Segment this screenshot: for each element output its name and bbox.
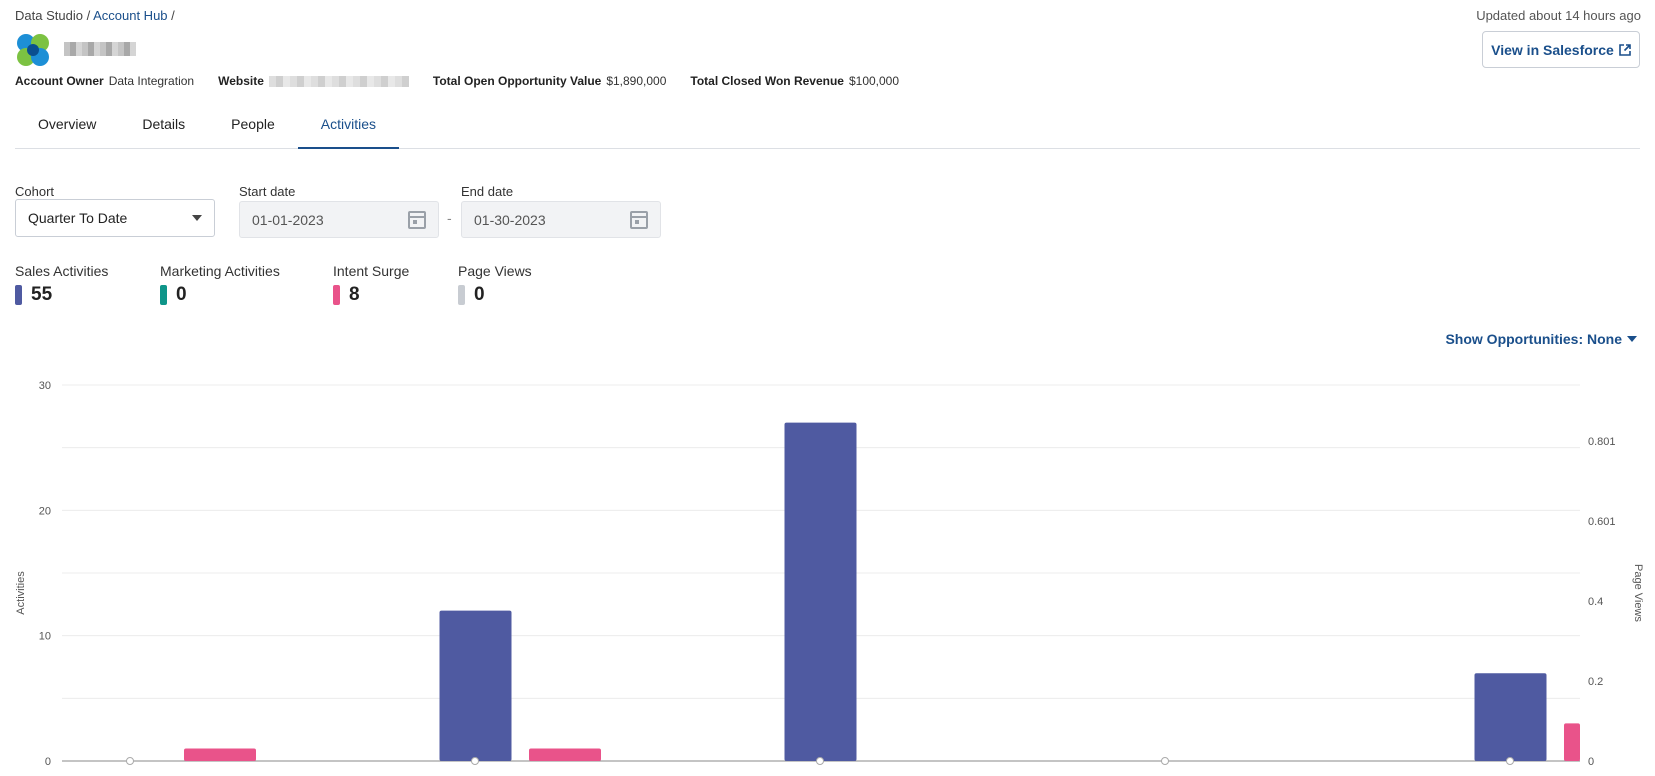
bar-sales-activities [1474,673,1547,761]
account-owner-value: Data Integration [108,74,195,88]
cohort-value: Quarter To Date [28,210,128,226]
bar-intent-surge [184,748,256,761]
stat-label: Intent Surge [333,263,410,279]
tab-activities[interactable]: Activities [297,104,400,149]
stat-value: 0 [474,284,485,305]
start-date-value: 01-01-2023 [252,211,324,228]
closed-won-revenue: Total Closed Won Revenue $100,000 [690,74,899,88]
external-link-icon [1619,43,1631,56]
view-in-salesforce-label: View in Salesforce [1491,41,1614,58]
stat-value: 8 [349,284,360,305]
bar-intent-surge [1564,723,1580,761]
stat-marketing-activities: Marketing Activities 0 [160,263,280,306]
stat-value: 0 [176,284,187,305]
cohort-select[interactable]: Quarter To Date [15,199,215,237]
account-meta: Account Owner Data Integration Website T… [15,74,923,88]
y-tick-label: 10 [39,631,51,643]
breadcrumb-account-hub[interactable]: Account Hub [93,8,167,23]
breadcrumb-root[interactable]: Data Studio [15,8,83,23]
breadcrumb-separator: / [86,8,91,23]
y-tick-label: 30 [39,380,51,392]
tab-overview[interactable]: Overview [15,104,119,148]
tab-people[interactable]: People [208,104,298,148]
stat-intent-surge: Intent Surge 8 [333,263,409,306]
point-page-views [816,757,824,765]
open-opportunity-label: Total Open Opportunity Value [432,74,602,88]
show-opportunities-label: Show Opportunities: None [1445,331,1622,347]
account-owner-label: Account Owner [15,74,104,88]
website-label: Website [218,74,264,88]
closed-won-amount: $100,000 [848,74,900,88]
stat-value: 55 [31,284,53,305]
breadcrumb: Data Studio / Account Hub / [15,8,175,23]
legend-swatch [15,285,22,305]
y2-tick-label: 0.2 [1588,676,1603,688]
tab-details[interactable]: Details [119,104,208,148]
open-opportunity-value: Total Open Opportunity Value $1,890,000 [433,74,667,88]
chevron-down-icon [192,215,202,221]
legend-swatch [333,285,340,305]
stat-label: Page Views [458,263,532,279]
closed-won-label: Total Closed Won Revenue [690,74,844,88]
bar-sales-activities [784,422,857,761]
show-opportunities-dropdown[interactable]: Show Opportunities: None [1445,331,1637,347]
legend-swatch [458,285,465,305]
chevron-down-icon [1627,336,1637,342]
y2-tick-label: 0.601 [1588,516,1616,528]
cohort-label: Cohort [15,184,55,199]
stat-label: Sales Activities [15,263,109,279]
point-page-views [471,757,479,765]
calendar-icon[interactable] [630,210,648,229]
account-owner: Account Owner Data Integration [15,74,194,88]
y2-tick-label: 0 [1588,756,1594,768]
stat-label: Marketing Activities [160,263,280,279]
y2-axis-title: Page Views [1632,564,1644,622]
point-page-views [1161,757,1169,765]
website: Website [218,74,409,88]
point-page-views [1506,757,1514,765]
account-logo-icon [17,34,49,66]
y-axis-title: Activities [15,571,27,615]
date-range-separator: - [447,210,452,226]
end-date-value: 01-30-2023 [474,211,546,228]
y-tick-label: 0 [45,756,51,768]
bar-intent-surge [529,748,601,761]
y2-tick-label: 0.801 [1588,436,1616,448]
start-date-label: Start date [239,184,296,199]
breadcrumb-separator: / [171,8,175,23]
activities-chart: 0 10 20 30 0 0.2 0.4 0.601 0.801 Activities Page V… [15,380,1644,768]
account-name-redacted [64,42,136,56]
stat-page-views: Page Views 0 [458,263,532,306]
y-tick-label: 20 [39,505,51,517]
start-date-input[interactable]: 01-01-2023 [239,201,439,238]
view-in-salesforce-button[interactable]: View in Salesforce [1482,31,1640,68]
end-date-label: End date [461,184,514,199]
legend-swatch [160,285,167,305]
updated-timestamp: Updated about 14 hours ago [1476,8,1641,23]
open-opportunity-amount: $1,890,000 [606,74,667,88]
tab-bar: Overview Details People Activities [15,104,1640,149]
point-page-views [126,757,134,765]
y2-tick-label: 0.4 [1588,596,1603,608]
stat-sales-activities: Sales Activities 55 [15,263,108,306]
bar-sales-activities [439,610,512,761]
end-date-input[interactable]: 01-30-2023 [461,201,661,238]
calendar-icon[interactable] [408,210,426,229]
website-value-redacted[interactable] [268,75,409,87]
